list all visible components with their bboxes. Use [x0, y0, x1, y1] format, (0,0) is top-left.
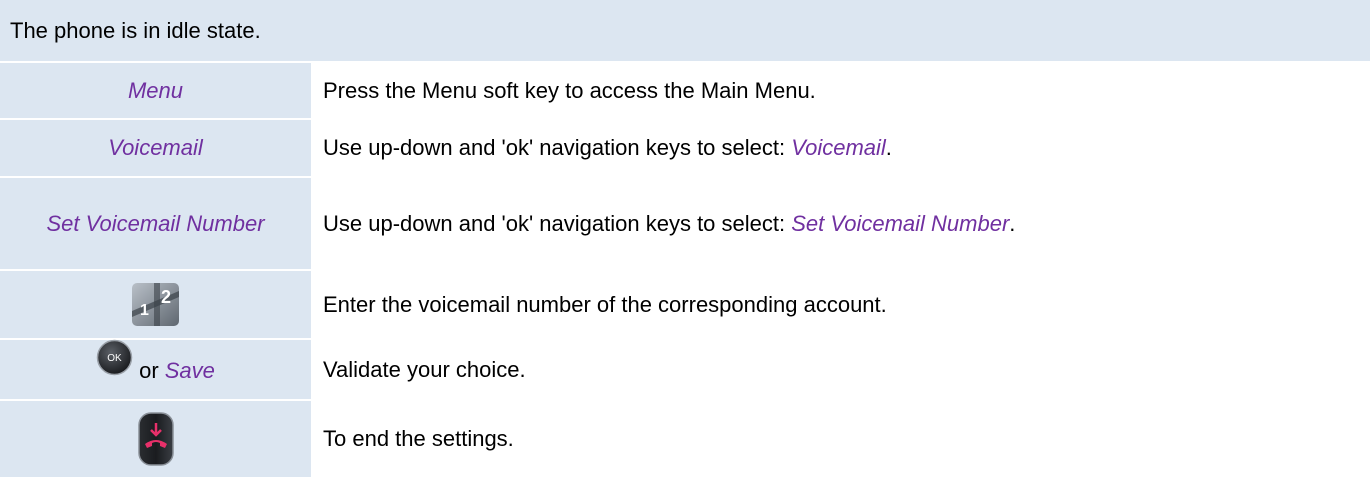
step-description: Use up-down and 'ok' navigation keys to …: [323, 135, 892, 161]
svg-text:1: 1: [140, 302, 149, 319]
step-description-cell: Press the Menu soft key to access the Ma…: [313, 63, 1370, 118]
table-header: The phone is in idle state.: [0, 0, 1370, 61]
step-key-cell: 1 2: [0, 271, 311, 338]
step-row-set-voicemail-number: Set Voicemail Number Use up-down and 'ok…: [0, 178, 1370, 269]
keypad-icon: 1 2: [132, 283, 179, 326]
ok-or-save-key: OK or Save: [96, 339, 215, 388]
step-row-menu: Menu Press the Menu soft key to access t…: [0, 63, 1370, 118]
end-call-key-icon: [137, 412, 174, 466]
description-text: Use up-down and 'ok' navigation keys to …: [323, 210, 792, 236]
step-description-cell: Use up-down and 'ok' navigation keys to …: [313, 120, 1370, 176]
svg-text:OK: OK: [107, 353, 122, 364]
set-voicemail-number-label: Set Voicemail Number: [46, 210, 265, 236]
step-description: To end the settings.: [323, 426, 514, 451]
description-suffix: .: [885, 135, 892, 160]
step-description: Validate your choice.: [323, 356, 526, 382]
step-description-cell: To end the settings.: [313, 401, 1370, 477]
description-highlight: Set Voicemail Number: [791, 210, 1010, 236]
voicemail-menu-label: Voicemail: [108, 135, 203, 160]
step-description-cell: Validate your choice.: [313, 340, 1370, 399]
description-text: Use up-down and 'ok' navigation keys to …: [323, 135, 792, 160]
ok-key-icon: OK: [96, 339, 133, 376]
step-key-cell: Voicemail: [0, 120, 311, 176]
procedure-table: The phone is in idle state. Menu Press t…: [0, 0, 1370, 477]
step-row-voicemail: Voicemail Use up-down and 'ok' navigatio…: [0, 120, 1370, 176]
step-description-cell: Use up-down and 'ok' navigation keys to …: [313, 178, 1370, 269]
description-highlight: Voicemail: [791, 135, 886, 160]
description-suffix: .: [1009, 210, 1016, 236]
or-text: or: [139, 358, 159, 383]
step-key-cell: Menu: [0, 63, 311, 118]
header-text: The phone is in idle state.: [10, 17, 261, 43]
step-key-cell: OK or Save: [0, 339, 311, 399]
step-description-cell: Enter the voicemail number of the corres…: [313, 271, 1370, 338]
step-description: Enter the voicemail number of the corres…: [323, 291, 887, 317]
step-row-ok-save: OK or Save Validate your choice.: [0, 339, 1370, 399]
step-description: Use up-down and 'ok' navigation keys to …: [323, 211, 1015, 237]
step-row-end-key: To end the settings.: [0, 401, 1370, 477]
step-row-keypad: 1 2 Enter the voicemail number of the co…: [0, 271, 1370, 338]
svg-text:2: 2: [161, 287, 171, 307]
step-description: Press the Menu soft key to access the Ma…: [323, 77, 816, 103]
save-softkey-label: Save: [164, 358, 215, 383]
step-key-cell: [0, 401, 311, 477]
menu-softkey-label: Menu: [127, 77, 184, 103]
step-key-cell: Set Voicemail Number: [0, 178, 311, 269]
